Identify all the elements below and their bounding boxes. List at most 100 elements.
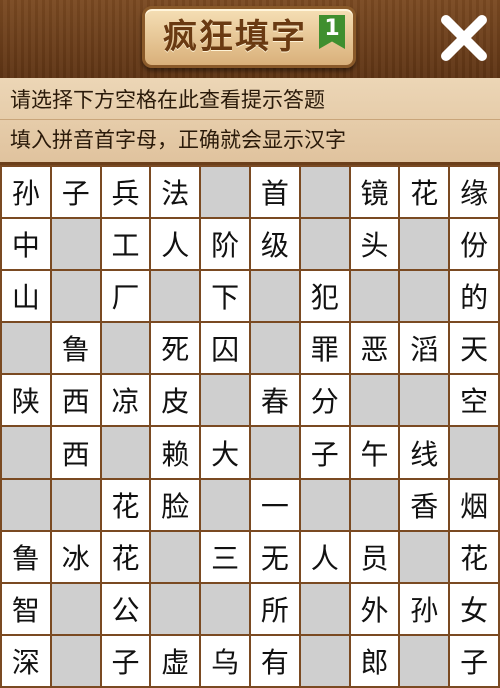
grid-cell[interactable]: 赖: [151, 427, 200, 478]
grid-cell[interactable]: 员: [350, 531, 399, 582]
grid-cell[interactable]: 镜: [350, 167, 399, 218]
grid-cell[interactable]: 囚: [201, 323, 249, 374]
grid-cell[interactable]: 阶: [201, 219, 249, 270]
grid-cell[interactable]: 皮: [151, 375, 200, 426]
grid-cell[interactable]: 子: [101, 635, 150, 686]
grid-cell[interactable]: 虚: [151, 635, 200, 686]
grid-cell[interactable]: 鲁: [51, 323, 100, 374]
grid-cell[interactable]: 头: [350, 219, 399, 270]
grid-cell[interactable]: 凉: [101, 375, 150, 426]
grid-cell[interactable]: 线: [400, 427, 449, 478]
grid-cell[interactable]: 鲁: [2, 531, 50, 582]
grid-cell[interactable]: 外: [350, 583, 399, 634]
grid-cell-blank: [300, 583, 349, 634]
grid-cell-blank: [350, 271, 399, 322]
close-icon: [441, 15, 487, 61]
grid-cell-blank: [51, 271, 100, 322]
grid-cell[interactable]: 子: [51, 167, 100, 218]
grid-cell[interactable]: 西: [51, 427, 100, 478]
grid-cell-blank: [201, 375, 249, 426]
grid-cell[interactable]: 山: [2, 271, 50, 322]
grid-cell[interactable]: 犯: [300, 271, 349, 322]
grid-cell[interactable]: 空: [450, 375, 498, 426]
grid-cell-blank: [201, 583, 249, 634]
grid-cell-blank: [250, 323, 299, 374]
grid-cell[interactable]: 女: [450, 583, 498, 634]
grid-cell[interactable]: 香: [400, 479, 449, 530]
grid-cell[interactable]: 中: [2, 219, 50, 270]
grid-cell[interactable]: 滔: [400, 323, 449, 374]
grid-cell-blank: [51, 219, 100, 270]
grid-cell[interactable]: 孙: [400, 583, 449, 634]
grid-cell[interactable]: 缘: [450, 167, 498, 218]
grid-cell[interactable]: 有: [250, 635, 299, 686]
grid-cell-blank: [2, 479, 50, 530]
grid-cell-blank: [151, 531, 200, 582]
grid-cell-blank: [151, 271, 200, 322]
grid-cell[interactable]: 脸: [151, 479, 200, 530]
grid-cell[interactable]: 工: [101, 219, 150, 270]
grid-cell[interactable]: 花: [101, 531, 150, 582]
grid-cell[interactable]: 子: [300, 427, 349, 478]
header-bar: 疯狂填字 1: [0, 0, 500, 78]
grid-cell[interactable]: 天: [450, 323, 498, 374]
grid-cell[interactable]: 恶: [350, 323, 399, 374]
grid-cell[interactable]: 级: [250, 219, 299, 270]
grid-cell[interactable]: 西: [51, 375, 100, 426]
title-plaque: 疯狂填字 1: [142, 6, 356, 68]
grid-cell[interactable]: 花: [450, 531, 498, 582]
grid-cell[interactable]: 春: [250, 375, 299, 426]
grid-cell-blank: [51, 635, 100, 686]
grid-cell[interactable]: 花: [101, 479, 150, 530]
game-title: 疯狂填字: [163, 17, 307, 57]
grid-cell[interactable]: 厂: [101, 271, 150, 322]
grid-cell-blank: [151, 583, 200, 634]
grid-cell[interactable]: 烟: [450, 479, 498, 530]
grid-cell-blank: [350, 479, 399, 530]
grid-cell[interactable]: 三: [201, 531, 249, 582]
grid-cell[interactable]: 人: [151, 219, 200, 270]
grid-cell-blank: [250, 271, 299, 322]
grid-cell[interactable]: 首: [250, 167, 299, 218]
grid-cell[interactable]: 所: [250, 583, 299, 634]
close-button[interactable]: [436, 10, 492, 66]
grid-cell[interactable]: 冰: [51, 531, 100, 582]
crossword-grid: 孙子兵法首镜花缘中工人阶级头份山厂下犯的鲁死囚罪恶滔天陕西凉皮春分空西赖大子午线…: [0, 165, 500, 688]
grid-cell[interactable]: 份: [450, 219, 498, 270]
grid-cell[interactable]: 深: [2, 635, 50, 686]
grid-cell[interactable]: 午: [350, 427, 399, 478]
grid-cell-blank: [2, 323, 50, 374]
grid-cell[interactable]: 智: [2, 583, 50, 634]
grid-cell[interactable]: 人: [300, 531, 349, 582]
grid-cell[interactable]: 公: [101, 583, 150, 634]
grid-cell[interactable]: 罪: [300, 323, 349, 374]
hint-panel[interactable]: 请选择下方空格在此查看提示答题 填入拼音首字母，正确就会显示汉字: [0, 78, 500, 162]
grid-cell[interactable]: 大: [201, 427, 249, 478]
grid-cell-blank: [400, 531, 449, 582]
grid-cell-blank: [300, 635, 349, 686]
grid-cell-blank: [400, 219, 449, 270]
grid-cell-blank: [300, 167, 349, 218]
grid-cell-blank: [51, 583, 100, 634]
grid-cell[interactable]: 分: [300, 375, 349, 426]
grid-cell-blank: [51, 479, 100, 530]
grid-cell[interactable]: 一: [250, 479, 299, 530]
grid-cell[interactable]: 无: [250, 531, 299, 582]
grid-cell[interactable]: 法: [151, 167, 200, 218]
grid-cell-blank: [400, 635, 449, 686]
grid-cell[interactable]: 下: [201, 271, 249, 322]
grid-cell[interactable]: 陕: [2, 375, 50, 426]
grid-cell[interactable]: 死: [151, 323, 200, 374]
grid-cell[interactable]: 子: [450, 635, 498, 686]
grid-cell[interactable]: 孙: [2, 167, 50, 218]
grid-cell[interactable]: 花: [400, 167, 449, 218]
grid-cell-blank: [250, 427, 299, 478]
grid-cell[interactable]: 郎: [350, 635, 399, 686]
grid-cell[interactable]: 乌: [201, 635, 249, 686]
grid-cell-blank: [300, 219, 349, 270]
hint-line-1: 请选择下方空格在此查看提示答题: [10, 88, 325, 112]
grid-cell[interactable]: 兵: [101, 167, 150, 218]
grid-cell[interactable]: 的: [450, 271, 498, 322]
grid-cell-blank: [400, 375, 449, 426]
grid-cell-blank: [101, 323, 150, 374]
